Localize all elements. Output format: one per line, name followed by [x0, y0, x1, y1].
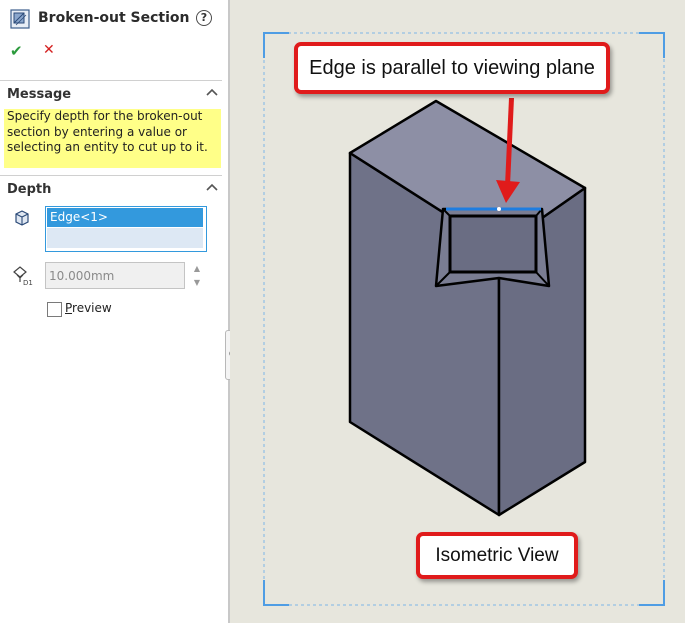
selected-edge-midpoint [497, 207, 501, 211]
callout-isometric-view: Isometric View [416, 532, 578, 579]
callout-edge-parallel: Edge is parallel to viewing plane [294, 42, 610, 94]
pocket-floor [448, 214, 538, 274]
